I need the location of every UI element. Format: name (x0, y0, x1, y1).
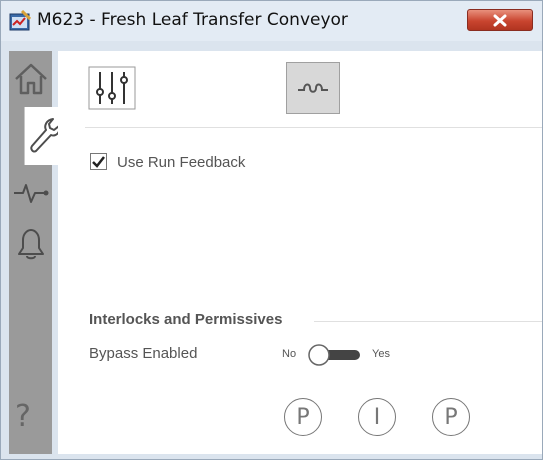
use-run-feedback-label: Use Run Feedback (117, 154, 246, 171)
interlock-button[interactable]: I (358, 398, 396, 436)
bypass-label: Bypass Enabled (89, 345, 198, 362)
tab-alarms[interactable] (9, 215, 52, 271)
section-divider (314, 321, 542, 322)
wrench-icon (29, 118, 60, 153)
close-icon (493, 14, 507, 27)
trend-icon (13, 184, 48, 203)
bypass-toggle[interactable] (308, 344, 364, 366)
tab-home-spacer (9, 51, 52, 107)
sliders-icon (88, 66, 136, 110)
bell-icon (17, 229, 44, 260)
tab-trends[interactable] (9, 165, 52, 221)
bypass-icon (298, 83, 328, 93)
close-button[interactable] (467, 9, 533, 31)
toggle-off-label: No (282, 348, 297, 360)
faceplate-window: M623 - Fresh Leaf Transfer Conveyor ? Us… (0, 0, 543, 460)
section-title: Interlocks and Permissives (89, 311, 283, 328)
toggle-on-label: Yes (372, 348, 390, 360)
content-panel: Use Run Feedback Interlocks and Permissi… (58, 51, 542, 454)
title-bar[interactable]: M623 - Fresh Leaf Transfer Conveyor (1, 1, 542, 41)
tab-maintenance[interactable] (24, 107, 62, 165)
tab-settings[interactable] (85, 62, 139, 114)
permissive-button[interactable]: P (284, 398, 322, 436)
app-icon (9, 10, 31, 31)
use-run-feedback-checkbox[interactable] (90, 153, 107, 170)
help-button[interactable]: ? (15, 399, 31, 434)
tab-bypass[interactable] (286, 62, 340, 114)
permissive-button-2[interactable]: P (432, 398, 470, 436)
toolbar-divider (85, 127, 542, 128)
window-title: M623 - Fresh Leaf Transfer Conveyor (37, 10, 348, 30)
checkmark-icon (92, 156, 105, 168)
